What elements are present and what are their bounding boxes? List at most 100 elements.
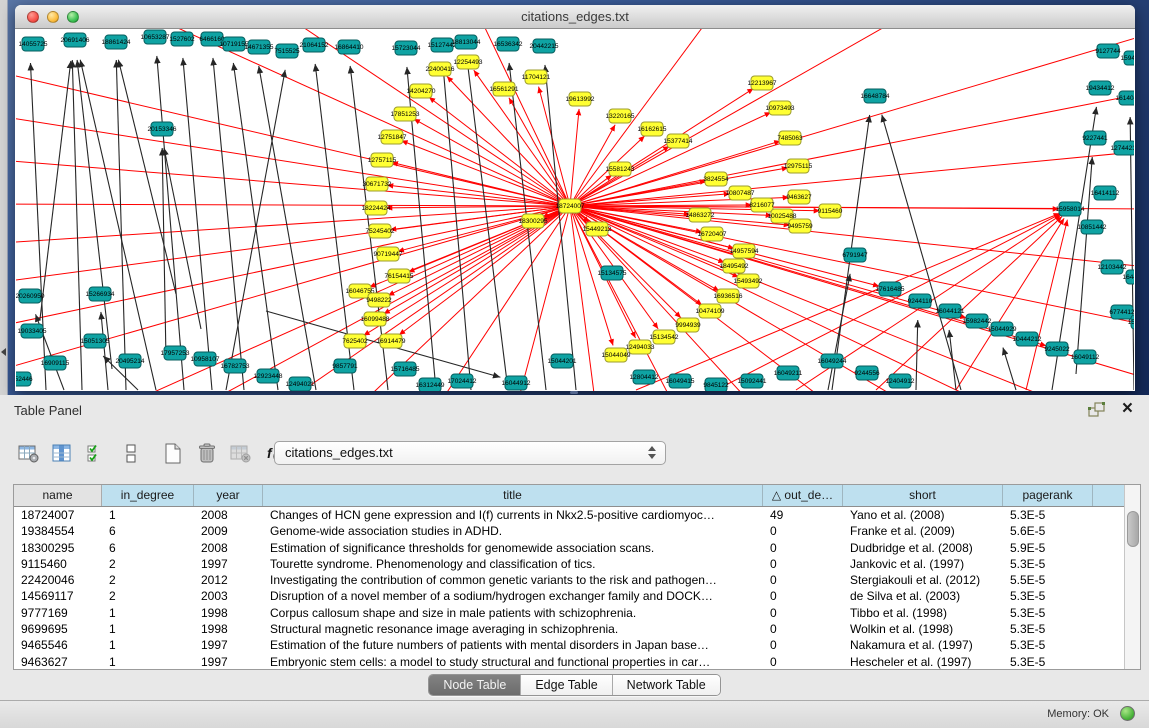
graph-node[interactable]: 12404912 [886, 374, 915, 388]
graph-node[interactable]: 9245022 [1044, 342, 1070, 356]
tab-node-table[interactable]: Node Table [429, 675, 521, 695]
graph-node[interactable]: 12751847 [378, 130, 407, 144]
memory-ok-indicator[interactable] [1120, 706, 1135, 721]
graph-node[interactable]: 16049415 [666, 374, 695, 388]
graph-node[interactable]: 16044121 [936, 304, 965, 318]
graph-node[interactable]: 15958014 [1056, 202, 1085, 216]
graph-node[interactable]: 15044049 [602, 348, 631, 362]
collapse-arrow-icon[interactable] [1, 348, 6, 356]
graph-node[interactable]: 16561291 [490, 82, 519, 96]
graph-node[interactable]: 17616485 [876, 282, 905, 296]
panel-splitter-handle[interactable] [570, 391, 578, 394]
graph-node[interactable]: 12254493 [454, 55, 483, 69]
column-header-title[interactable]: title [263, 485, 763, 506]
graph-node[interactable]: 18861424 [102, 35, 131, 49]
graph-node[interactable]: 75245402 [366, 224, 395, 238]
graph-node[interactable]: 3824554 [703, 172, 729, 186]
graph-node[interactable]: 9244110 [908, 294, 933, 308]
graph-node[interactable]: 9845122 [703, 378, 729, 391]
tab-edge-table[interactable]: Edge Table [521, 675, 612, 695]
graph-node[interactable]: 9857791 [332, 359, 358, 373]
graph-node[interactable]: 20442215 [530, 39, 559, 53]
network-canvas[interactable]: 1405572520691406188614241065328715276026… [16, 29, 1134, 391]
graph-node[interactable]: 15092441 [738, 374, 767, 388]
graph-node[interactable]: 16782753 [221, 359, 250, 373]
graph-node[interactable]: 10958107 [191, 352, 220, 366]
graph-node[interactable]: 12923448 [254, 369, 283, 383]
graph-node[interactable]: 17851253 [391, 107, 420, 121]
table-row[interactable]: 1456911722003Disruption of a novel membe… [14, 588, 1140, 604]
graph-node[interactable]: 16414112 [1091, 186, 1120, 200]
graph-node[interactable]: 15266934 [86, 287, 115, 301]
graph-node[interactable]: 9127744 [1095, 44, 1121, 58]
graph-node[interactable]: 7515525 [274, 44, 300, 58]
graph-node[interactable]: 10807487 [726, 186, 755, 200]
graph-node[interactable]: 16044912 [502, 376, 531, 390]
graph-node[interactable]: 20260950 [16, 289, 45, 303]
table-settings-button[interactable] [14, 439, 44, 467]
graph-node[interactable]: 18300295 [519, 214, 548, 228]
graph-node[interactable]: 12103442 [1098, 260, 1127, 274]
table-row[interactable]: 2242004622012Investigating the contribut… [14, 572, 1140, 588]
graph-node[interactable]: 9227441 [1082, 131, 1108, 145]
graph-node[interactable]: 19613992 [566, 92, 595, 106]
graph-node[interactable]: 15044929 [988, 322, 1017, 336]
graph-node[interactable]: 19434412 [1086, 81, 1115, 95]
table-row[interactable]: 911546021997Tourette syndrome. Phenomeno… [14, 556, 1140, 572]
table-row[interactable]: 1872400712008Changes of HCN gene express… [14, 507, 1140, 523]
graph-node[interactable]: 15377414 [664, 134, 693, 148]
graph-node[interactable]: 10444212 [1013, 332, 1042, 346]
column-header-name[interactable]: name [14, 485, 102, 506]
window-titlebar[interactable]: citations_edges.txt [15, 5, 1135, 29]
table-selector-dropdown[interactable]: citations_edges.txt [274, 441, 666, 465]
graph-node[interactable]: 9994939 [675, 318, 701, 332]
graph-node[interactable]: 15493492 [734, 274, 763, 288]
graph-node[interactable]: 16099488 [361, 312, 390, 326]
graph-node[interactable]: 10474109 [696, 304, 725, 318]
graph-node[interactable]: 18724007 [556, 199, 585, 213]
graph-node[interactable]: 6791947 [842, 248, 868, 262]
column-header-short[interactable]: short [843, 485, 1003, 506]
graph-node[interactable]: 16049244 [818, 354, 847, 368]
graph-node[interactable]: 16864410 [335, 40, 364, 54]
column-header-△ out_de…[interactable]: △ out_de… [763, 485, 843, 506]
graph-node[interactable]: 16162615 [638, 122, 667, 136]
column-header-year[interactable]: year [194, 485, 263, 506]
graph-node[interactable]: 20495214 [116, 354, 145, 368]
graph-node[interactable]: 16049211 [774, 366, 803, 380]
graph-node[interactable]: 9244556 [854, 366, 880, 380]
graph-node[interactable]: 76154415 [385, 269, 414, 283]
graph-node[interactable]: 9498222 [366, 293, 392, 307]
table-row[interactable]: 946554611997Estimation of the future num… [14, 637, 1140, 653]
graph-node[interactable]: 15134542 [650, 330, 679, 344]
graph-node[interactable]: 9463627 [786, 190, 812, 204]
graph-node[interactable]: 15723044 [392, 41, 421, 55]
graph-node[interactable]: 18495492 [720, 259, 749, 273]
graph-node[interactable]: 20691406 [61, 33, 90, 47]
graph-node[interactable]: 15044201 [548, 354, 577, 368]
graph-node[interactable]: 14957594 [730, 244, 759, 258]
table-row[interactable]: 1938455462009Genome-wide association stu… [14, 523, 1140, 539]
table-row[interactable]: 977716911998Corpus callosum shape and si… [14, 605, 1140, 621]
graph-node[interactable]: 16648784 [861, 89, 890, 103]
select-rows-button[interactable] [82, 439, 112, 467]
graph-node[interactable]: 16536342 [494, 37, 523, 51]
graph-node[interactable]: 14204270 [407, 84, 436, 98]
graph-node[interactable]: 12744212 [1111, 141, 1134, 155]
graph-node[interactable]: 12494021 [286, 377, 315, 391]
new-table-button[interactable] [158, 439, 188, 467]
column-header-pagerank[interactable]: pagerank [1003, 485, 1093, 506]
vertical-scrollbar[interactable] [1124, 485, 1140, 669]
citation-graph[interactable]: 1405572520691406188614241065328715276026… [16, 29, 1134, 391]
control-panel-collapsed-strip[interactable] [0, 0, 8, 395]
graph-node[interactable]: 14863272 [686, 208, 715, 222]
graph-node[interactable]: 16914479 [377, 334, 406, 348]
float-panel-icon[interactable] [1088, 402, 1105, 417]
graph-node[interactable]: 17957253 [161, 346, 190, 360]
graph-node[interactable]: 19033405 [18, 324, 47, 338]
graph-node[interactable]: 17024412 [448, 374, 477, 388]
graph-node[interactable]: 12757115 [368, 153, 397, 167]
graph-node[interactable]: 16312449 [416, 378, 445, 391]
graph-node[interactable]: 16140412 [1116, 91, 1134, 105]
graph-node[interactable]: 18813044 [452, 35, 481, 49]
